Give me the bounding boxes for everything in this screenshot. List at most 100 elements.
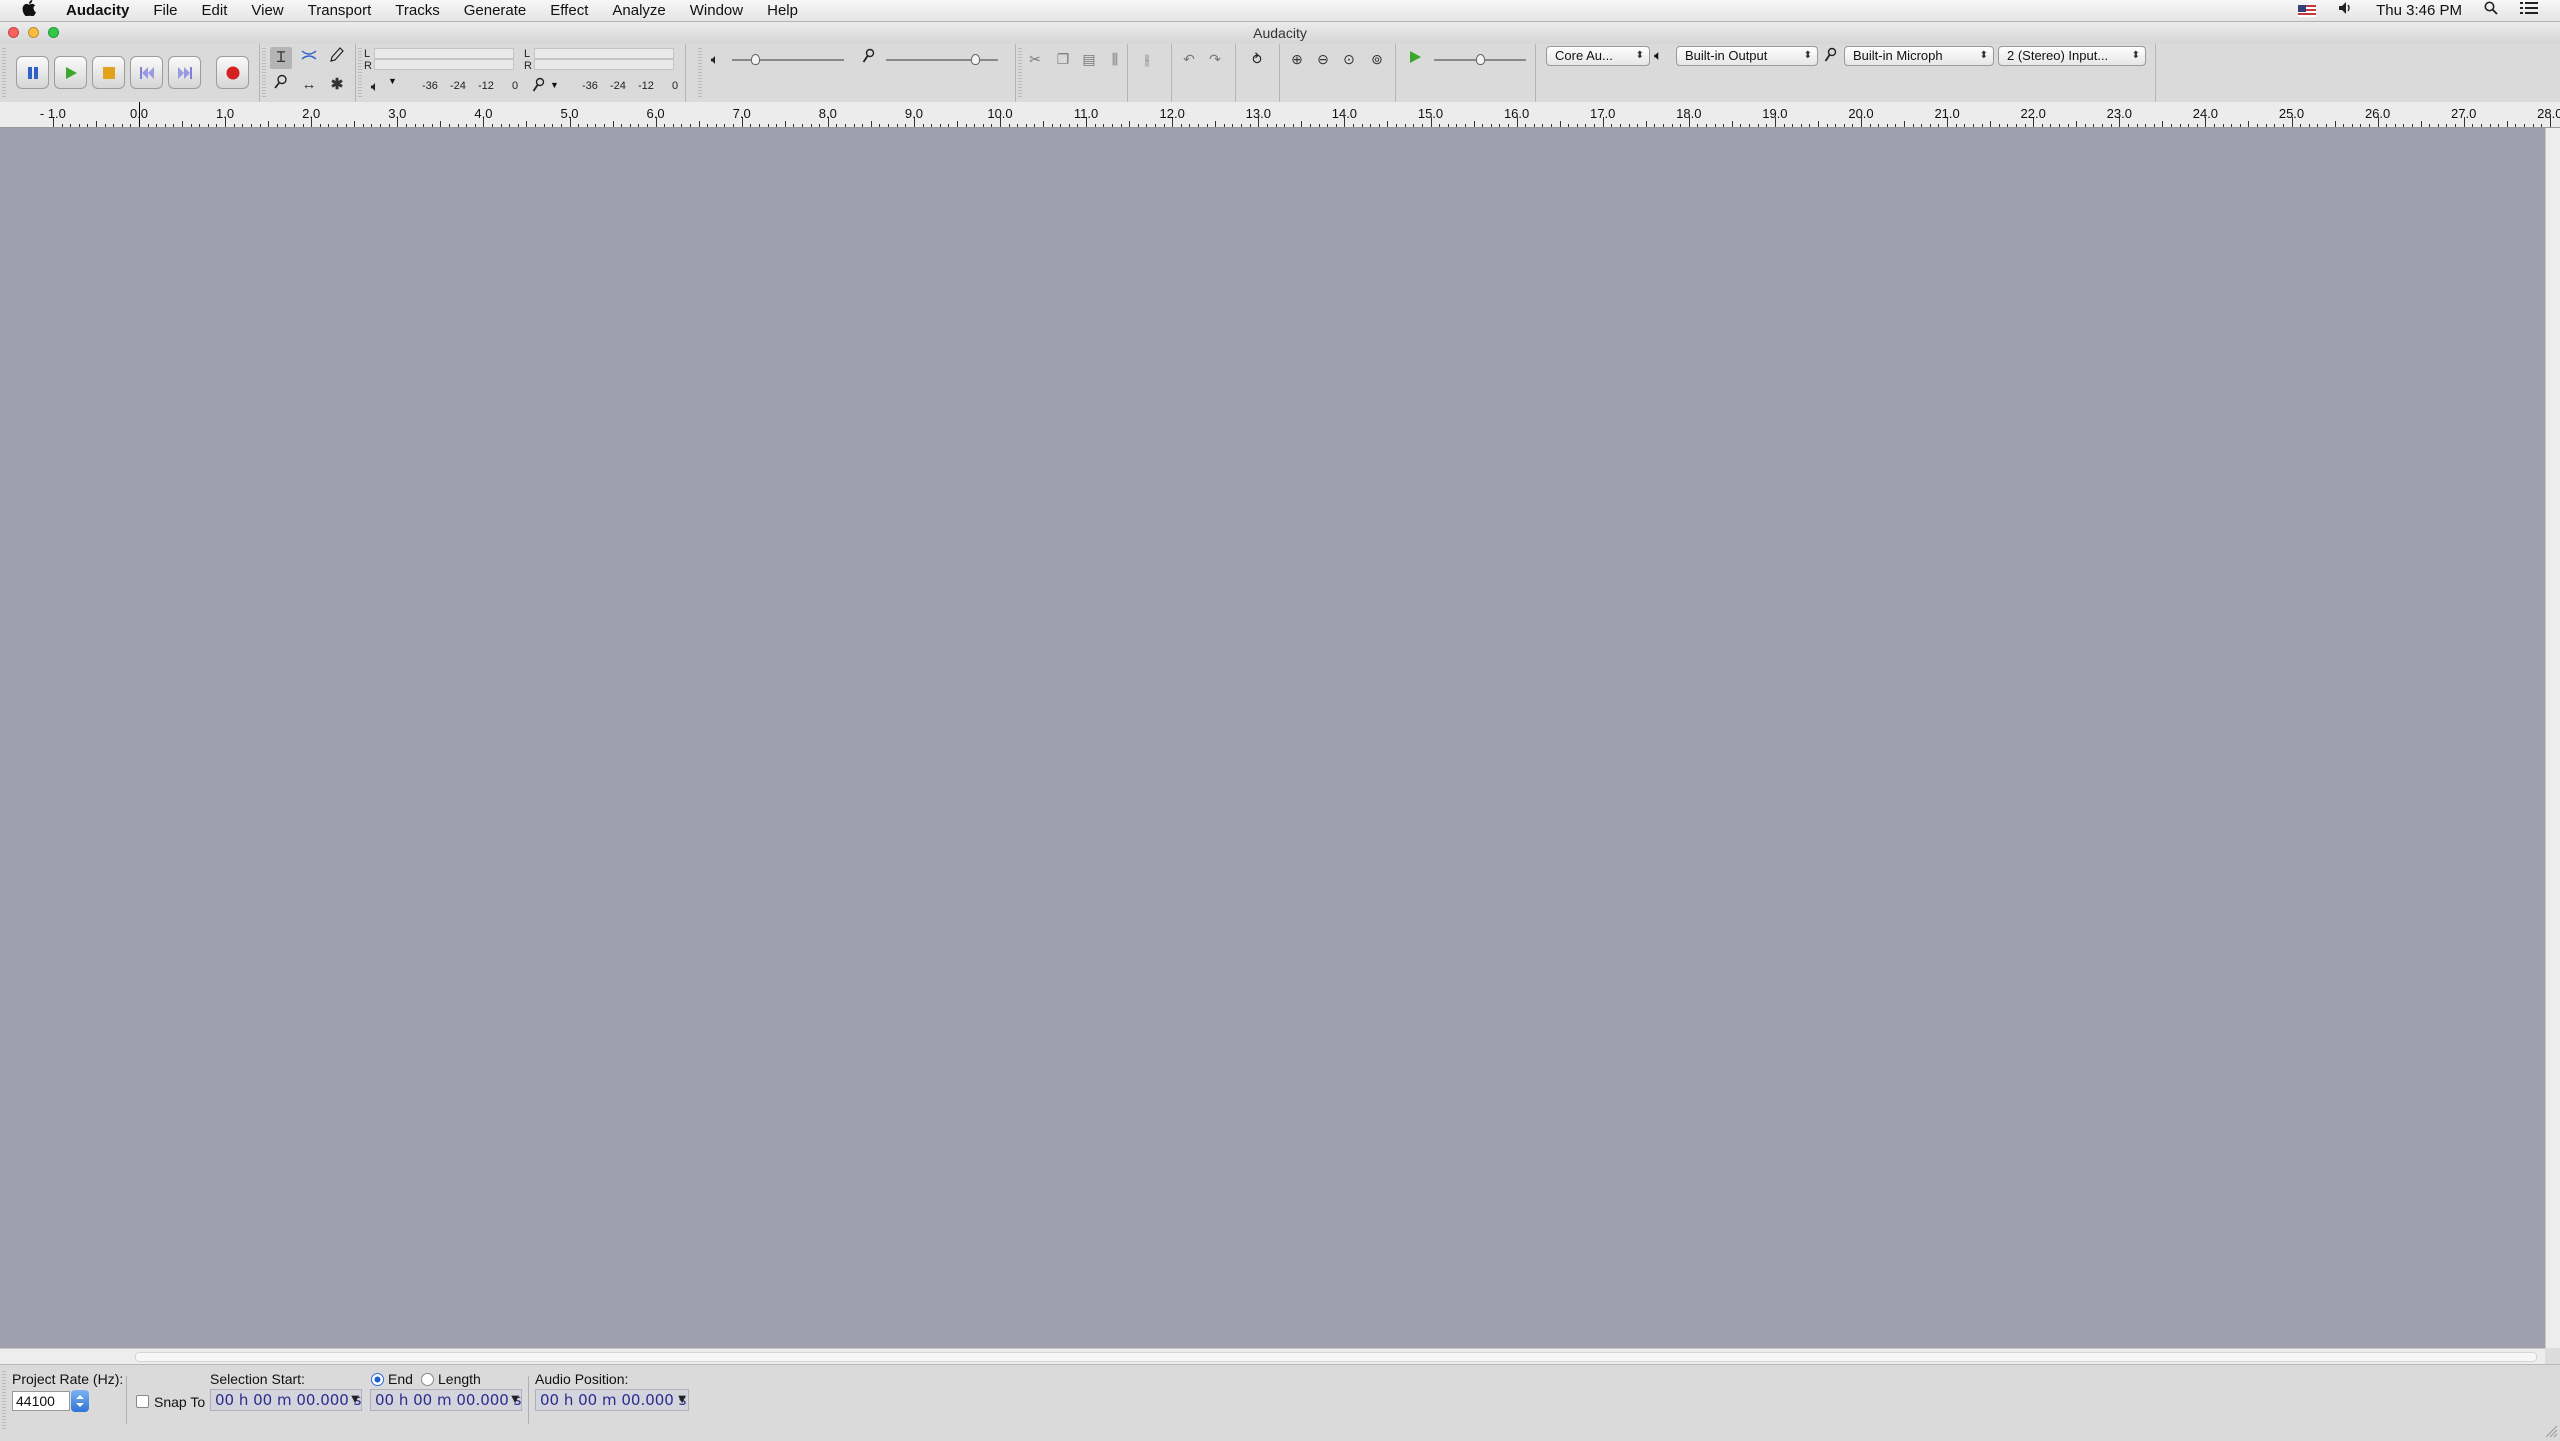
menu-generate[interactable]: Generate (452, 0, 539, 21)
ruler-minor-tick (2179, 124, 2181, 127)
fit-selection-icon[interactable]: ⊙ (1338, 48, 1360, 70)
selection-tool-icon[interactable]: Ɪ (270, 47, 292, 69)
toolbar-grip[interactable] (698, 48, 702, 98)
timeline-ruler[interactable]: - 1.00.01.02.03.04.05.06.07.08.09.010.01… (0, 102, 2560, 128)
silence-icon[interactable]: ⫲ (1136, 48, 1158, 70)
ruler-label: 21.0 (1934, 106, 1960, 121)
toolbar-grip[interactable] (2, 48, 6, 98)
play-at-speed-icon[interactable] (1404, 48, 1426, 70)
zoom-tool-icon[interactable] (270, 74, 292, 96)
output-device-select[interactable]: Built-in Output ⬍ (1676, 46, 1818, 66)
record-icon (226, 66, 239, 79)
selection-start-time[interactable]: 00 h 00 m 00.000 s ▼ (210, 1389, 362, 1411)
menu-file[interactable]: File (141, 0, 189, 21)
horizontal-scrollbar[interactable] (0, 1348, 2545, 1364)
ruler-minor-tick (380, 124, 382, 127)
ruler-minor-tick (2188, 124, 2190, 127)
toolbar-grip[interactable] (262, 48, 266, 98)
horizontal-scroll-thumb[interactable] (135, 1352, 2537, 1362)
skip-to-end-button[interactable] (168, 56, 201, 89)
output-volume-slider[interactable] (732, 59, 844, 61)
input-volume-knob[interactable] (971, 54, 980, 65)
ruler-minor-tick (2076, 121, 2078, 127)
stop-button[interactable] (92, 56, 125, 89)
playback-meter-menu-icon[interactable]: ▼ (388, 76, 397, 86)
spotlight-icon[interactable] (2484, 0, 2498, 21)
playback-meter-right[interactable] (374, 59, 514, 70)
input-channels-select[interactable]: 2 (Stereo) Input... ⬍ (1998, 46, 2146, 66)
fit-project-icon[interactable]: ⊚ (1366, 48, 1388, 70)
record-meter-right[interactable] (534, 59, 674, 70)
output-volume-knob[interactable] (751, 54, 760, 65)
audio-position-time[interactable]: 00 h 00 m 00.000 s ▼ (535, 1389, 689, 1411)
undo-icon[interactable]: ↶ (1178, 48, 1200, 70)
copy-icon[interactable]: ❐ (1052, 48, 1074, 70)
flag-icon[interactable] (2298, 4, 2317, 17)
ruler-label: 4.0 (474, 106, 493, 121)
track-panel[interactable] (0, 128, 2545, 1348)
zoom-out-icon[interactable]: ⊖ (1312, 48, 1334, 70)
menu-help[interactable]: Help (755, 0, 810, 21)
cut-icon[interactable]: ✂ (1024, 48, 1046, 70)
zoom-window-button[interactable] (48, 27, 59, 38)
time-shift-tool-icon[interactable]: ↔ (298, 74, 320, 96)
toolbar-grip[interactable] (2, 1371, 6, 1431)
play-button[interactable] (54, 56, 87, 89)
toolbar-grip[interactable] (358, 48, 362, 98)
pause-button[interactable] (16, 56, 49, 89)
input-volume-slider[interactable] (886, 59, 998, 61)
apple-icon[interactable] (18, 0, 40, 22)
draw-tool-icon[interactable] (326, 47, 348, 69)
ruler-minor-tick (552, 124, 554, 127)
menu-window[interactable]: Window (678, 0, 755, 21)
toolbar-grip[interactable] (1018, 48, 1022, 98)
input-device-select[interactable]: Built-in Microph ⬍ (1844, 46, 1994, 66)
record-button[interactable] (216, 56, 249, 89)
snap-to-checkbox[interactable] (136, 1395, 149, 1408)
redo-icon[interactable]: ↷ (1204, 48, 1226, 70)
envelope-tool-icon[interactable] (298, 47, 320, 69)
menu-edit[interactable]: Edit (190, 0, 240, 21)
menu-transport[interactable]: Transport (296, 0, 384, 21)
speaker-icon[interactable]: 🔈︎ (364, 75, 386, 97)
resize-grip-icon[interactable] (2544, 1424, 2558, 1438)
rec-scale-label: -12 (638, 80, 654, 92)
minimize-window-button[interactable] (28, 27, 39, 38)
trim-icon[interactable]: ⫼ (1104, 48, 1126, 70)
record-meter-menu-icon[interactable]: ▼ (550, 80, 559, 90)
length-radio[interactable] (421, 1373, 434, 1386)
project-rate-stepper[interactable] (71, 1390, 89, 1412)
skip-to-start-button[interactable] (130, 56, 163, 89)
ruler-minor-tick (1266, 124, 1268, 127)
list-icon[interactable] (2520, 0, 2538, 21)
microphone-icon[interactable] (528, 77, 550, 99)
sync-lock-icon[interactable]: ⥁ (1246, 48, 1268, 70)
volume-icon[interactable] (2338, 0, 2354, 21)
menu-view[interactable]: View (239, 0, 295, 21)
ruler-minor-tick (931, 124, 933, 127)
play-speed-knob[interactable] (1476, 54, 1485, 65)
ruler-minor-tick (1439, 124, 1441, 127)
close-window-button[interactable] (8, 27, 19, 38)
menu-analyze[interactable]: Analyze (600, 0, 677, 21)
menubar-clock[interactable]: Thu 3:46 PM (2376, 0, 2462, 21)
record-meter-left[interactable] (534, 48, 674, 59)
paste-icon[interactable]: ▤ (1078, 48, 1100, 70)
end-radio[interactable] (371, 1373, 384, 1386)
ruler-minor-tick (1077, 124, 1079, 127)
selection-end-time[interactable]: 00 h 00 m 00.000 s ▼ (370, 1389, 522, 1411)
multi-tool-icon[interactable]: ✱ (326, 74, 348, 96)
project-rate-input[interactable]: 44100 (12, 1391, 70, 1411)
zoom-in-icon[interactable]: ⊕ (1286, 48, 1308, 70)
ruler-minor-tick (586, 124, 588, 127)
playback-meter-left[interactable] (374, 48, 514, 59)
ruler-minor-tick (1783, 124, 1785, 127)
menu-app-name[interactable]: Audacity (54, 0, 141, 21)
ruler-label: 10.0 (987, 106, 1013, 121)
vertical-scrollbar[interactable] (2545, 128, 2560, 1348)
playback-meter-left-label: L (364, 48, 371, 60)
menu-tracks[interactable]: Tracks (383, 0, 451, 21)
audio-host-select[interactable]: Core Au... ⬍ (1546, 46, 1650, 66)
ruler-label: 23.0 (2106, 106, 2132, 121)
menu-effect[interactable]: Effect (538, 0, 600, 21)
